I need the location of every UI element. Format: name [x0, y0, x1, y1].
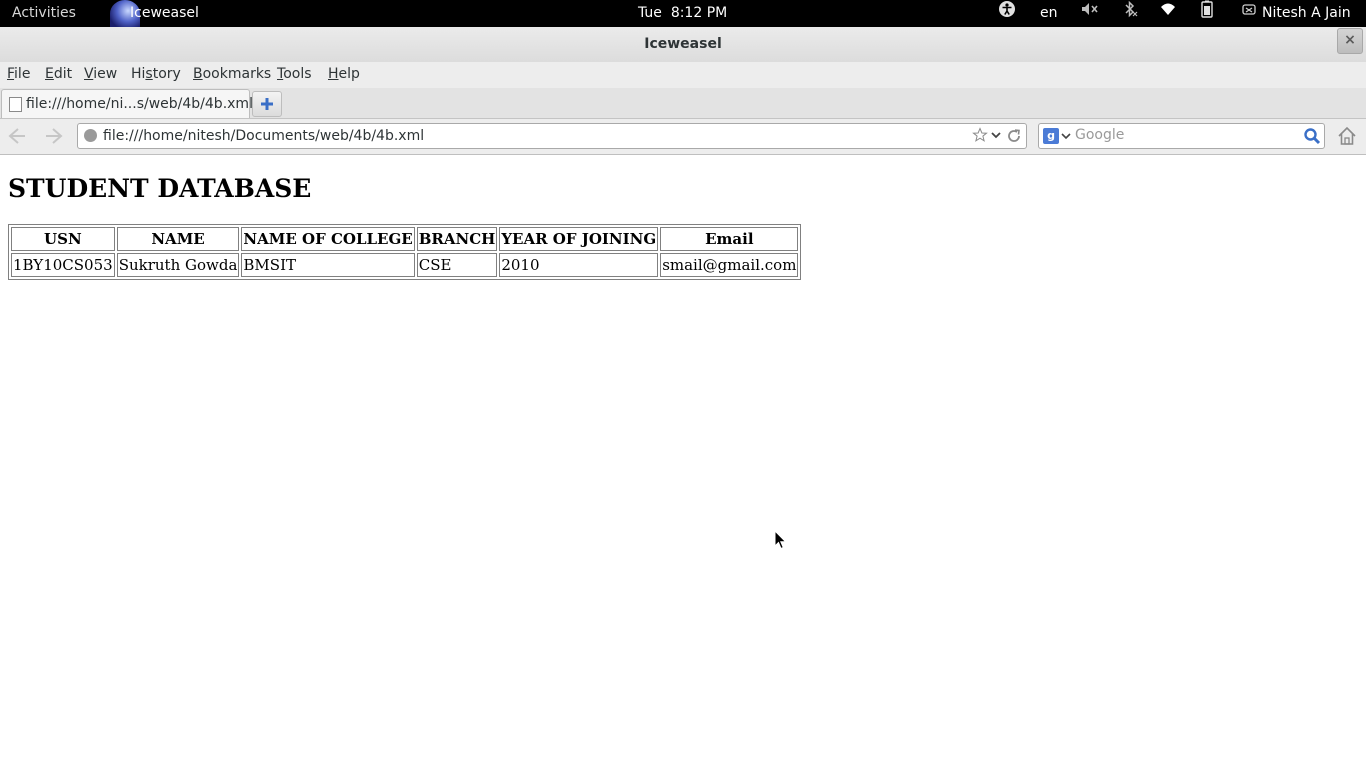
- cell-email: smail@gmail.com: [660, 253, 799, 277]
- wifi-icon[interactable]: [1158, 0, 1178, 27]
- cell-name: Sukruth Gowda: [116, 253, 240, 277]
- user-status-icon: [1242, 0, 1256, 27]
- table-header-row: USN NAME NAME OF COLLEGE BRANCH YEAR OF …: [11, 227, 799, 251]
- header-usn: USN: [11, 227, 115, 251]
- site-identity-icon[interactable]: [84, 129, 97, 142]
- url-text[interactable]: file:///home/nitesh/Documents/web/4b/4b.…: [103, 128, 424, 144]
- page-heading: STUDENT DATABASE: [8, 174, 312, 203]
- bluetooth-off-icon[interactable]: [1122, 0, 1138, 27]
- forward-arrow-icon[interactable]: [43, 126, 65, 146]
- header-branch: BRANCH: [416, 227, 498, 251]
- plus-icon: [261, 98, 273, 110]
- clock[interactable]: Tue 8:12 PM: [638, 0, 727, 27]
- menu-history[interactable]: History: [131, 66, 181, 82]
- url-bar[interactable]: file:///home/nitesh/Documents/web/4b/4b.…: [77, 123, 1027, 149]
- activities-button[interactable]: Activities: [12, 0, 76, 27]
- accessibility-icon[interactable]: [998, 0, 1016, 27]
- menu-bar: File Edit View History Bookmarks Tools H…: [0, 62, 1366, 88]
- student-table: USN NAME NAME OF COLLEGE BRANCH YEAR OF …: [8, 224, 802, 280]
- menu-bookmarks[interactable]: Bookmarks: [193, 66, 271, 82]
- menu-view[interactable]: View: [84, 66, 117, 82]
- google-engine-icon[interactable]: g: [1043, 128, 1059, 144]
- navigation-toolbar: file:///home/nitesh/Documents/web/4b/4b.…: [0, 119, 1366, 155]
- table-row: 1BY10CS053 Sukruth Gowda BMSIT CSE 2010 …: [11, 253, 799, 277]
- cell-branch: CSE: [416, 253, 498, 277]
- app-menu-button[interactable]: Iceweasel: [130, 0, 199, 27]
- tab-label: file:///home/ni...s/web/4b/4b.xml: [26, 96, 253, 112]
- page-content: STUDENT DATABASE USN NAME NAME OF COLLEG…: [0, 155, 1366, 768]
- tab-4b-xml[interactable]: file:///home/ni...s/web/4b/4b.xml: [1, 89, 253, 118]
- user-menu[interactable]: Nitesh A Jain: [1262, 0, 1351, 27]
- home-icon[interactable]: [1336, 125, 1358, 147]
- back-arrow-icon[interactable]: [6, 126, 28, 146]
- search-magnifier-icon[interactable]: [1302, 126, 1322, 146]
- mouse-pointer-icon: [774, 529, 787, 550]
- header-name: NAME: [116, 227, 240, 251]
- search-input[interactable]: [1075, 126, 1295, 144]
- cell-usn: 1BY10CS053: [11, 253, 115, 277]
- menu-file[interactable]: File: [7, 66, 30, 82]
- window-titlebar[interactable]: Iceweasel ×: [0, 27, 1366, 63]
- reload-icon[interactable]: [1005, 127, 1023, 145]
- engine-dropdown-icon[interactable]: [1061, 128, 1071, 144]
- new-tab-button[interactable]: [252, 91, 282, 117]
- cell-year: 2010: [499, 253, 659, 277]
- gnome-top-bar: Activities Iceweasel Tue 8:12 PM en Nite…: [0, 0, 1366, 27]
- header-email: Email: [660, 227, 799, 251]
- menu-edit[interactable]: Edit: [45, 66, 72, 82]
- header-year: YEAR OF JOINING: [499, 227, 659, 251]
- bookmark-star-icon[interactable]: [972, 127, 988, 143]
- tab-strip: file:///home/ni...s/web/4b/4b.xml: [0, 88, 1366, 119]
- menu-tools[interactable]: Tools: [277, 66, 312, 82]
- cell-college: BMSIT: [241, 253, 415, 277]
- window-close-button[interactable]: ×: [1337, 28, 1363, 54]
- page-favicon-icon: [9, 97, 22, 112]
- header-college: NAME OF COLLEGE: [241, 227, 415, 251]
- menu-help[interactable]: Help: [328, 66, 360, 82]
- battery-icon[interactable]: [1199, 0, 1215, 27]
- search-bar[interactable]: g: [1038, 123, 1325, 149]
- window-title: Iceweasel: [644, 36, 722, 52]
- url-history-dropdown-icon[interactable]: [990, 127, 1002, 143]
- volume-muted-icon[interactable]: [1080, 0, 1100, 27]
- keyboard-language-indicator[interactable]: en: [1040, 0, 1058, 27]
